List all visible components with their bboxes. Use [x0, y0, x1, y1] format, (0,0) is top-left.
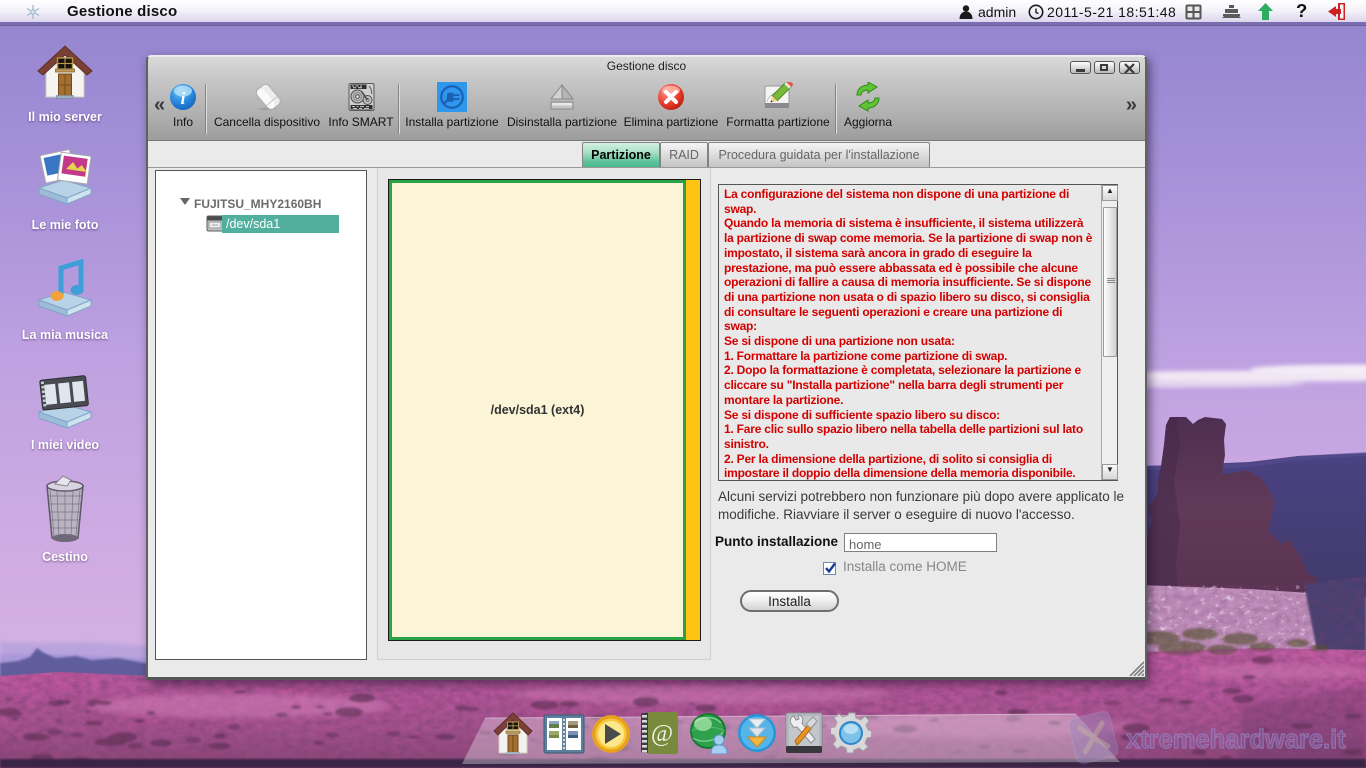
svg-text:xtremehardware.it: xtremehardware.it	[1126, 726, 1346, 754]
svg-text:i: i	[181, 89, 186, 108]
